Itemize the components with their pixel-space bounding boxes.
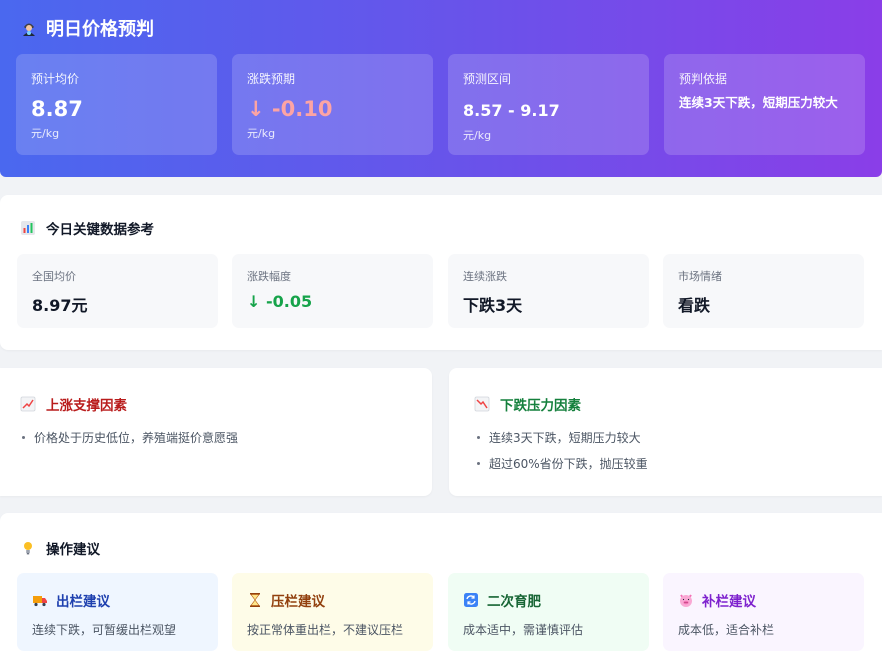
advice-card-title: 压栏建议 [247,590,418,610]
market-sentiment-card: 市场情绪 看跌 [663,254,864,328]
change-amount-card: 涨跌幅度 ↓ -0.05 [232,254,433,328]
fortune-teller-icon [20,19,38,37]
card-label: 市场情绪 [678,270,722,283]
truck-icon [32,592,48,608]
bullet-icon [22,436,25,439]
card-label: 全国均价 [32,270,76,283]
sell-advice-card: 出栏建议 连续下跌，可暂缓出栏观望 [17,573,218,651]
card-label: 预判依据 [679,72,728,86]
chart-decreasing-icon [474,396,490,412]
upside-factors-title: 上涨支撑因素 [20,394,127,414]
national-average-value: 8.97元 [32,296,88,315]
advice-card-title: 二次育肥 [463,590,634,610]
prediction-header: 明日价格预判 预计均价 8.87 元/kg 涨跌预期 ↓ -0.10 元/kg … [0,0,882,177]
consecutive-trend-value: 下跌3天 [463,296,523,315]
predicted-average-value: 8.87 [31,97,83,121]
section-title-text: 上涨支撑因素 [46,398,127,414]
light-bulb-icon [20,540,36,556]
operation-advice-title: 操作建议 [20,538,100,558]
card-unit: 元/kg [463,129,492,142]
card-label: 涨跌预期 [247,72,296,86]
section-title-text: 下跌压力因素 [500,398,581,414]
advice-description: 按正常体重出栏，不建议压栏 [247,623,404,637]
advice-description: 成本低，适合补栏 [678,623,775,637]
card-label: 预计均价 [31,72,80,86]
bullet-icon [477,462,480,465]
predicted-average-card: 预计均价 8.87 元/kg [16,54,217,155]
advice-title-text: 二次育肥 [487,594,541,610]
card-label: 涨跌幅度 [247,270,291,283]
factor-text: 连续3天下跌，短期压力较大 [489,431,641,445]
section-title-text: 操作建议 [46,542,100,558]
prediction-range-card: 预测区间 8.57 - 9.17 元/kg [448,54,649,155]
arrow-down-icon: ↓ [247,97,265,121]
list-item: 连续3天下跌，短期压力较大 [477,429,641,446]
list-item: 价格处于历史低位，养殖端挺价意愿强 [22,429,238,446]
repeat-icon [463,592,479,608]
prediction-range-value: 8.57 - 9.17 [463,101,560,120]
advice-title-text: 出栏建议 [56,594,110,610]
change-amount-number: -0.05 [265,292,313,311]
bar-chart-icon [20,220,36,236]
expected-change-number: -0.10 [271,97,333,121]
change-amount-value: ↓ -0.05 [247,292,418,311]
section-title-text: 今日关键数据参考 [46,222,154,238]
list-item: 超过60%省份下跌，抛压较重 [477,455,648,472]
bullet-icon [477,436,480,439]
advice-title-text: 补栏建议 [702,594,756,610]
hourglass-icon [247,592,263,608]
prediction-basis-card: 预判依据 连续3天下跌，短期压力较大 [664,54,865,155]
card-label: 预测区间 [463,72,512,86]
consecutive-trend-card: 连续涨跌 下跌3天 [448,254,649,328]
market-sentiment-value: 看跌 [678,296,711,315]
card-label: 连续涨跌 [463,270,507,283]
restock-advice-card: 补栏建议 成本低，适合补栏 [663,573,864,651]
advice-card-title: 补栏建议 [678,590,849,610]
expected-change-value: ↓ -0.10 [247,97,418,121]
advice-description: 连续下跌，可暂缓出栏观望 [32,623,177,637]
today-key-data-title: 今日关键数据参考 [20,218,154,238]
card-unit: 元/kg [247,127,276,140]
national-average-card: 全国均价 8.97元 [17,254,218,328]
pig-icon [678,592,694,608]
prediction-basis-value: 连续3天下跌，短期压力较大 [679,95,838,110]
advice-card-title: 出栏建议 [32,590,203,610]
downside-factors-title: 下跌压力因素 [474,394,581,414]
prediction-title: 明日价格预判 [20,15,154,41]
expected-change-card: 涨跌预期 ↓ -0.10 元/kg [232,54,433,155]
advice-title-text: 压栏建议 [271,594,325,610]
card-unit: 元/kg [31,127,60,140]
factor-text: 价格处于历史低位，养殖端挺价意愿强 [34,431,239,445]
advice-description: 成本适中，需谨慎评估 [463,623,584,637]
arrow-down-icon: ↓ [247,292,261,311]
prediction-title-text: 明日价格预判 [46,19,154,40]
refatten-advice-card: 二次育肥 成本适中，需谨慎评估 [448,573,649,651]
factor-text: 超过60%省份下跌，抛压较重 [489,457,648,471]
hold-advice-card: 压栏建议 按正常体重出栏，不建议压栏 [232,573,433,651]
chart-increasing-icon [20,396,36,412]
